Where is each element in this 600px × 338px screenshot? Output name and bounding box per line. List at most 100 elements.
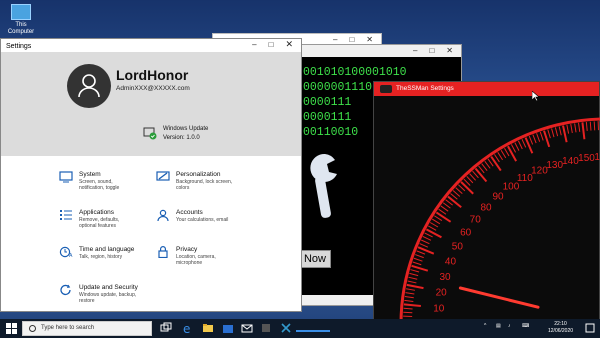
gauge-tick bbox=[435, 211, 452, 223]
mouse-cursor-icon bbox=[532, 91, 540, 101]
settings-window[interactable]: – □ ✕ Settings LordHonor AdminXXX@XXXXX.… bbox=[0, 38, 302, 312]
speedometer-gauge: 0102030405060708090100110120130140150160… bbox=[399, 117, 600, 324]
gauge-scale-label: 20 bbox=[436, 288, 448, 299]
category-name: System bbox=[79, 171, 101, 178]
category-name: Personalization bbox=[176, 171, 221, 178]
mail-icon[interactable] bbox=[241, 322, 253, 334]
update-version: Version: 1.0.0 bbox=[163, 135, 200, 141]
now-button[interactable]: Now bbox=[299, 250, 331, 268]
settings-titlebar[interactable]: – □ ✕ bbox=[1, 39, 301, 50]
gauge-tick bbox=[581, 122, 586, 140]
gauge-tick bbox=[405, 292, 415, 295]
notifications-icon[interactable] bbox=[584, 322, 596, 334]
gauge-scale-label: 150 bbox=[578, 153, 595, 164]
gauge-tick bbox=[532, 134, 537, 144]
gauge-tick bbox=[558, 126, 562, 136]
gauge-scale-label: 90 bbox=[492, 191, 504, 202]
gauge-scale-label: 70 bbox=[470, 215, 482, 226]
gauge-tick bbox=[481, 163, 488, 171]
gauge-tick bbox=[574, 123, 577, 133]
close-icon[interactable]: ✕ bbox=[446, 46, 453, 55]
gauge-tick bbox=[429, 222, 439, 228]
gauge-window[interactable]: TheSSMan Settings 0102030405060708090100… bbox=[373, 81, 600, 324]
window-titlebar[interactable]: – □ ✕ bbox=[297, 45, 461, 56]
settings-title: Settings bbox=[6, 43, 32, 50]
minimize-icon[interactable]: – bbox=[413, 46, 417, 55]
taskbar-search-box[interactable]: Type here to search bbox=[22, 321, 152, 336]
keyboard-icon[interactable]: ⌨ bbox=[522, 323, 529, 329]
store-icon[interactable] bbox=[222, 322, 234, 334]
category-desc: Talk, region, history bbox=[79, 254, 123, 260]
minimize-icon[interactable]: – bbox=[333, 35, 337, 44]
active-app-indicator bbox=[296, 330, 330, 332]
file-explorer-icon[interactable] bbox=[202, 322, 214, 334]
gauge-tick bbox=[440, 205, 449, 212]
windows-start-icon[interactable] bbox=[6, 323, 17, 334]
gauge-tick bbox=[547, 129, 551, 139]
gauge-tick bbox=[474, 167, 488, 183]
user-name: LordHonor bbox=[116, 67, 189, 83]
category-desc: Your calculations, email bbox=[176, 217, 229, 223]
tray-chevron-icon[interactable]: ^ bbox=[484, 323, 486, 329]
clock-date: 12/06/2020 bbox=[548, 328, 574, 334]
gauge-tick bbox=[403, 311, 413, 314]
taskbar-clock[interactable]: 22:10 12/06/2020 bbox=[548, 321, 573, 335]
category-desc: Background, lock screen, colors bbox=[176, 179, 233, 191]
gauge-scale-label: 80 bbox=[480, 202, 492, 213]
gauge-tick bbox=[422, 235, 432, 241]
gauge-tick bbox=[578, 122, 581, 132]
clock-time: 22:10 bbox=[554, 321, 567, 327]
clock-language-icon: A bbox=[59, 246, 73, 258]
gauge-tick bbox=[566, 124, 570, 134]
category-desc: Remove, defaults, optional features bbox=[79, 217, 120, 229]
gauge-tick bbox=[411, 264, 429, 272]
gauge-titlebar[interactable]: TheSSMan Settings bbox=[374, 82, 599, 96]
account-header: LordHonor AdminXXX@XXXXX.com Windows Upd… bbox=[1, 52, 301, 156]
gauge-tick bbox=[497, 151, 503, 161]
computer-icon bbox=[11, 4, 31, 20]
gauge-tick bbox=[452, 190, 461, 197]
close-icon[interactable]: ✕ bbox=[366, 35, 373, 44]
user-email: AdminXXX@XXXXX.com bbox=[116, 85, 190, 92]
network-icon[interactable]: ▤ bbox=[496, 323, 501, 329]
edge-icon[interactable]: e bbox=[182, 322, 194, 334]
search-icon bbox=[29, 325, 36, 332]
gauge-tick bbox=[404, 299, 414, 302]
wrench-icon bbox=[310, 153, 337, 218]
gauge-tick bbox=[447, 195, 462, 209]
desktop-icon-this-computer[interactable]: This Computer bbox=[4, 4, 38, 36]
gauge-tick bbox=[412, 261, 422, 266]
app-icon[interactable] bbox=[280, 322, 292, 334]
gauge-arc bbox=[399, 117, 600, 324]
svg-text:e: e bbox=[183, 322, 190, 334]
apps-list-icon bbox=[60, 210, 72, 220]
gauge-tick bbox=[536, 133, 541, 142]
gauge-scale-label: 10 bbox=[433, 304, 445, 315]
maximize-icon[interactable]: □ bbox=[429, 46, 434, 55]
gauge-tick bbox=[413, 257, 423, 262]
gauge-tick bbox=[431, 218, 441, 225]
app-icon[interactable] bbox=[260, 322, 272, 334]
update-status-icon bbox=[143, 127, 157, 140]
minimize-icon[interactable]: – bbox=[252, 40, 256, 49]
gauge-tick bbox=[484, 160, 491, 169]
category-desc: Screen, sound, notification, toggle bbox=[79, 179, 120, 191]
volume-icon[interactable]: ♪ bbox=[508, 323, 511, 329]
gauge-scale-label: 50 bbox=[452, 242, 464, 253]
gauge-tick bbox=[415, 254, 424, 259]
close-icon[interactable]: ✕ bbox=[285, 39, 293, 50]
avatar[interactable] bbox=[67, 64, 111, 108]
gauge-tick bbox=[539, 131, 544, 141]
gauge-needle bbox=[458, 286, 540, 309]
gauge-tick bbox=[507, 145, 518, 162]
gauge-tick bbox=[504, 147, 510, 157]
gauge-tick bbox=[517, 140, 523, 150]
gauge-tick bbox=[403, 303, 421, 307]
gauge-tick bbox=[455, 187, 463, 195]
refresh-icon bbox=[60, 284, 71, 296]
task-view-icon[interactable] bbox=[160, 322, 172, 334]
maximize-icon[interactable]: □ bbox=[349, 35, 354, 44]
maximize-icon[interactable]: □ bbox=[269, 40, 274, 49]
gauge-tick bbox=[408, 276, 418, 280]
gauge-tick bbox=[424, 232, 433, 238]
